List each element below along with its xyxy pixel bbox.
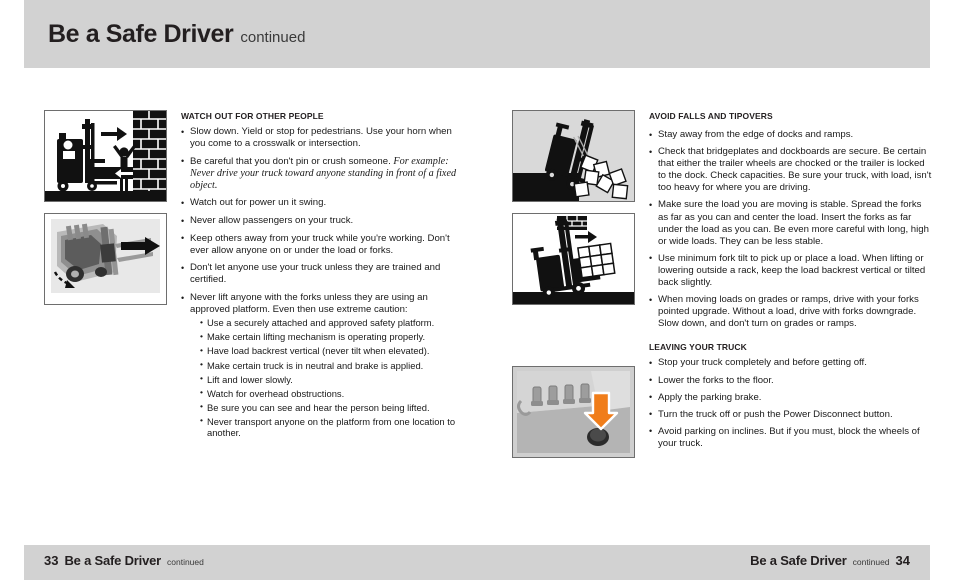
left-column-body: WATCH OUT FOR OTHER PEOPLE Slow down. Yi… [175, 110, 464, 445]
page-title: Be a Safe Driver continued [48, 20, 305, 49]
power-disconnect-button-photo-icon [513, 367, 634, 457]
section-heading-leaving-your-truck: LEAVING YOUR TRUCK [649, 342, 747, 353]
list-item: Check that bridgeplates and dockboards a… [649, 146, 932, 194]
list-item: Never allow passengers on your truck. [181, 215, 464, 227]
bullet-text: Never allow passengers on your truck. [190, 215, 354, 227]
section-heading-watch-out-for-other-people: WATCH OUT FOR OTHER PEOPLE [181, 111, 324, 121]
right-column: AVOID FALLS AND TIPOVERS Stay away from … [512, 110, 932, 469]
sub-list-item: Watch for overhead obstructions. [200, 387, 464, 400]
sub-list-item: Use a securely attached and approved saf… [200, 317, 464, 329]
page-title-text: Be a Safe Driver [48, 19, 234, 48]
footer-page-number-left: 33 [44, 553, 59, 568]
bullet-text: Never lift anyone with the forks unless … [190, 292, 428, 316]
forklift-photo-with-turn-arrows-icon [45, 214, 166, 304]
forklift-pinning-person-against-brick-wall-icon [45, 111, 166, 201]
list-item: Use minimum fork tilt to pick up or plac… [649, 252, 932, 289]
forklift-driving-up-ramp-with-load-icon [513, 214, 634, 304]
list-item: Lower the forks to the floor. [649, 374, 932, 387]
sub-list-item: Make certain truck is in neutral and bra… [200, 359, 464, 372]
forklift-tipping-off-dock-edge-figure [512, 110, 635, 202]
footer-right: Be a Safe Driver continued 34 [750, 553, 910, 568]
section-heading-avoid-falls-and-tipovers: AVOID FALLS AND TIPOVERS [649, 111, 773, 121]
left-column: WATCH OUT FOR OTHER PEOPLE Slow down. Yi… [44, 110, 464, 445]
list-item: Don't let anyone use your truck unless t… [181, 262, 464, 286]
right-figure-stack [512, 110, 643, 469]
footer-left: 33 Be a Safe Driver continued [44, 553, 204, 568]
bullet-list-watch-out-for-other-people: Slow down. Yield or stop for pedestrians… [181, 125, 464, 439]
bullet-list-leaving-your-truck: Stop your truck completely and before ge… [649, 357, 932, 450]
sub-list-item: Lift and lower slowly. [200, 373, 464, 386]
bullet-text: Don't let anyone use your truck unless t… [190, 262, 441, 286]
list-item: Slow down. Yield or stop for pedestrians… [181, 125, 464, 150]
forklift-photo-with-turn-arrows-figure [44, 213, 167, 305]
sub-bullet-list: Use a securely attached and approved saf… [190, 317, 464, 439]
footer-page-number-right: 34 [895, 553, 910, 568]
footer-continued-right: continued [852, 557, 890, 567]
footer-title-left: Be a Safe Driver [64, 553, 161, 568]
bullet-text: Be careful that you don't pin or crush s… [190, 155, 394, 167]
footer-title-right: Be a Safe Driver [750, 553, 847, 568]
left-figure-stack [44, 110, 175, 445]
list-item: Stay away from the edge of docks and ram… [649, 128, 932, 141]
bullet-text: Keep others away from your truck while y… [190, 232, 450, 256]
list-item: Make sure the load you are moving is sta… [649, 199, 932, 247]
page-title-continued: continued [240, 28, 306, 46]
bullet-text: Watch out for power un it swing. [190, 197, 327, 209]
list-item: Be careful that you don't pin or crush s… [181, 155, 464, 192]
list-item: Stop your truck completely and before ge… [649, 357, 932, 369]
list-item: Apply the parking brake. [649, 391, 932, 404]
page-header-band: Be a Safe Driver continued [24, 0, 930, 68]
bullet-list-avoid-falls-and-tipovers: Stay away from the edge of docks and ram… [649, 128, 932, 330]
document-page: Be a Safe Driver continued WATCH OUT FOR… [0, 0, 954, 580]
forklift-tipping-off-dock-edge-icon [513, 111, 634, 201]
sub-list-item: Never transport anyone on the platform f… [200, 415, 464, 439]
right-column-body: AVOID FALLS AND TIPOVERS Stay away from … [643, 110, 932, 469]
sub-list-item: Be sure you can see and hear the person … [200, 401, 464, 414]
bullet-text: Slow down. Yield or stop for pedestrians… [190, 126, 452, 150]
list-item: Turn the truck off or push the Power Dis… [649, 408, 932, 421]
forklift-pinning-person-against-brick-wall-figure [44, 110, 167, 202]
list-item: Keep others away from your truck while y… [181, 232, 464, 257]
sub-list-item: Have load backrest vertical (never tilt … [200, 345, 464, 357]
footer-continued-left: continued [167, 557, 204, 567]
sub-list-item: Make certain lifting mechanism is operat… [200, 331, 464, 343]
list-item: When moving loads on grades or ramps, dr… [649, 294, 932, 330]
list-item: Avoid parking on inclines. But if you mu… [649, 425, 932, 450]
power-disconnect-button-photo-figure [512, 366, 635, 458]
list-item: Watch out for power un it swing. [181, 197, 464, 209]
list-item: Never lift anyone with the forks unless … [181, 292, 464, 439]
forklift-driving-up-ramp-with-load-figure [512, 213, 635, 305]
